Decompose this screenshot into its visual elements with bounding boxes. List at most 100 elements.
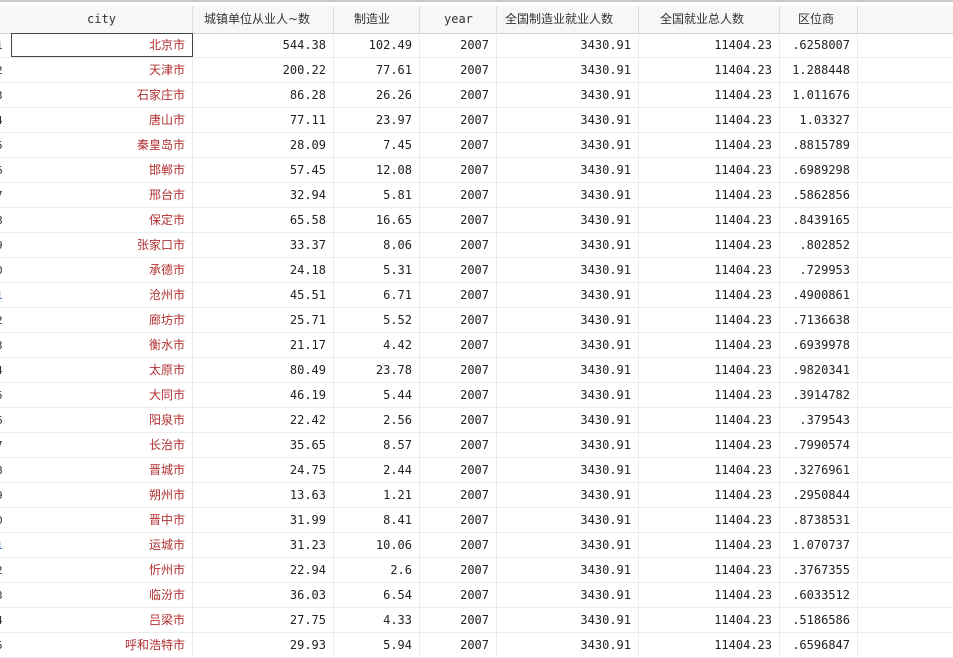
cell-national-total-employment[interactable]: 11404.23 xyxy=(639,308,780,332)
cell-national-total-employment[interactable]: 11404.23 xyxy=(639,183,780,207)
cell-year[interactable]: 2007 xyxy=(420,258,497,282)
cell-manufacturing[interactable]: 1.21 xyxy=(334,483,420,507)
cell-city[interactable]: 呼和浩特市 xyxy=(11,633,193,657)
cell-urban-employment[interactable]: 46.19 xyxy=(193,383,334,407)
cell-city[interactable]: 运城市 xyxy=(11,533,193,557)
row-number[interactable]: 4 xyxy=(0,358,11,383)
cell-manufacturing[interactable]: 8.41 xyxy=(334,508,420,532)
cell-national-manufacturing-employment[interactable]: 3430.91 xyxy=(497,433,639,457)
row-number[interactable]: 2 xyxy=(0,558,11,583)
cell-year[interactable]: 2007 xyxy=(420,383,497,407)
cell-manufacturing[interactable]: 6.54 xyxy=(334,583,420,607)
cell-manufacturing[interactable]: 102.49 xyxy=(334,33,420,57)
cell-national-total-employment[interactable]: 11404.23 xyxy=(639,108,780,132)
cell-national-manufacturing-employment[interactable]: 3430.91 xyxy=(497,633,639,657)
table-row[interactable]: 0承德市24.185.3120073430.9111404.23.729953 xyxy=(0,258,953,283)
cell-location-quotient[interactable]: 1.011676 xyxy=(780,83,858,107)
cell-location-quotient[interactable]: .7136638 xyxy=(780,308,858,332)
cell-manufacturing[interactable]: 2.44 xyxy=(334,458,420,482)
cell-national-manufacturing-employment[interactable]: 3430.91 xyxy=(497,458,639,482)
cell-city[interactable]: 大同市 xyxy=(11,383,193,407)
cell-national-manufacturing-employment[interactable]: 3430.91 xyxy=(497,58,639,82)
cell-year[interactable]: 2007 xyxy=(420,508,497,532)
cell-urban-employment[interactable]: 31.23 xyxy=(193,533,334,557)
cell-national-manufacturing-employment[interactable]: 3430.91 xyxy=(497,533,639,557)
cell-national-total-employment[interactable]: 11404.23 xyxy=(639,508,780,532)
table-row[interactable]: 5呼和浩特市29.935.9420073430.9111404.23.65968… xyxy=(0,633,953,658)
row-number[interactable]: 0 xyxy=(0,508,11,533)
cell-city[interactable]: 邢台市 xyxy=(11,183,193,207)
cell-year[interactable]: 2007 xyxy=(420,308,497,332)
row-number[interactable]: 4 xyxy=(0,108,11,133)
cell-location-quotient[interactable]: .8738531 xyxy=(780,508,858,532)
cell-manufacturing[interactable]: 5.81 xyxy=(334,183,420,207)
cell-urban-employment[interactable]: 35.65 xyxy=(193,433,334,457)
table-row[interactable]: 9张家口市33.378.0620073430.9111404.23.802852 xyxy=(0,233,953,258)
cell-manufacturing[interactable]: 6.71 xyxy=(334,283,420,307)
cell-location-quotient[interactable]: .6989298 xyxy=(780,158,858,182)
cell-national-manufacturing-employment[interactable]: 3430.91 xyxy=(497,308,639,332)
row-number[interactable]: 0 xyxy=(0,258,11,283)
row-number[interactable]: 1 xyxy=(0,533,11,558)
cell-national-total-employment[interactable]: 11404.23 xyxy=(639,433,780,457)
cell-location-quotient[interactable]: .8439165 xyxy=(780,208,858,232)
cell-urban-employment[interactable]: 544.38 xyxy=(193,33,334,57)
cell-year[interactable]: 2007 xyxy=(420,83,497,107)
cell-city[interactable]: 北京市 xyxy=(11,33,193,57)
cell-year[interactable]: 2007 xyxy=(420,33,497,57)
row-number[interactable]: 2 xyxy=(0,58,11,83)
cell-urban-employment[interactable]: 28.09 xyxy=(193,133,334,157)
cell-urban-employment[interactable]: 27.75 xyxy=(193,608,334,632)
cell-manufacturing[interactable]: 2.6 xyxy=(334,558,420,582)
cell-urban-employment[interactable]: 77.11 xyxy=(193,108,334,132)
cell-city[interactable]: 太原市 xyxy=(11,358,193,382)
row-number[interactable]: 6 xyxy=(0,158,11,183)
row-number[interactable]: 5 xyxy=(0,633,11,658)
cell-location-quotient[interactable]: .8815789 xyxy=(780,133,858,157)
cell-year[interactable]: 2007 xyxy=(420,583,497,607)
cell-location-quotient[interactable]: 1.03327 xyxy=(780,108,858,132)
table-row[interactable]: 1运城市31.2310.0620073430.9111404.231.07073… xyxy=(0,533,953,558)
cell-manufacturing[interactable]: 5.31 xyxy=(334,258,420,282)
cell-national-manufacturing-employment[interactable]: 3430.91 xyxy=(497,158,639,182)
cell-year[interactable]: 2007 xyxy=(420,533,497,557)
cell-national-manufacturing-employment[interactable]: 3430.91 xyxy=(497,358,639,382)
column-header-location-quotient[interactable]: 区位商 xyxy=(780,6,858,33)
cell-manufacturing[interactable]: 77.61 xyxy=(334,58,420,82)
row-number[interactable]: 1 xyxy=(0,33,11,58)
cell-location-quotient[interactable]: .6596847 xyxy=(780,633,858,657)
cell-year[interactable]: 2007 xyxy=(420,108,497,132)
table-row[interactable]: 7长治市35.658.5720073430.9111404.23.7990574 xyxy=(0,433,953,458)
cell-urban-employment[interactable]: 80.49 xyxy=(193,358,334,382)
cell-national-total-employment[interactable]: 11404.23 xyxy=(639,83,780,107)
cell-location-quotient[interactable]: 1.288448 xyxy=(780,58,858,82)
cell-city[interactable]: 临汾市 xyxy=(11,583,193,607)
cell-national-total-employment[interactable]: 11404.23 xyxy=(639,633,780,657)
cell-manufacturing[interactable]: 2.56 xyxy=(334,408,420,432)
column-header-national-manufacturing-employment[interactable]: 全国制造业就业人数 xyxy=(497,6,639,33)
table-row[interactable]: 0晋中市31.998.4120073430.9111404.23.8738531 xyxy=(0,508,953,533)
cell-national-manufacturing-employment[interactable]: 3430.91 xyxy=(497,83,639,107)
row-number[interactable]: 8 xyxy=(0,458,11,483)
cell-national-manufacturing-employment[interactable]: 3430.91 xyxy=(497,583,639,607)
cell-national-total-employment[interactable]: 11404.23 xyxy=(639,158,780,182)
cell-urban-employment[interactable]: 65.58 xyxy=(193,208,334,232)
table-row[interactable]: 4太原市80.4923.7820073430.9111404.23.982034… xyxy=(0,358,953,383)
cell-national-total-employment[interactable]: 11404.23 xyxy=(639,58,780,82)
cell-manufacturing[interactable]: 5.44 xyxy=(334,383,420,407)
cell-national-total-employment[interactable]: 11404.23 xyxy=(639,608,780,632)
cell-location-quotient[interactable]: .7990574 xyxy=(780,433,858,457)
row-number[interactable]: 9 xyxy=(0,483,11,508)
cell-national-total-employment[interactable]: 11404.23 xyxy=(639,33,780,57)
cell-manufacturing[interactable]: 5.52 xyxy=(334,308,420,332)
cell-national-manufacturing-employment[interactable]: 3430.91 xyxy=(497,33,639,57)
table-row[interactable]: 5秦皇岛市28.097.4520073430.9111404.23.881578… xyxy=(0,133,953,158)
row-number[interactable]: 4 xyxy=(0,608,11,633)
cell-location-quotient[interactable]: .379543 xyxy=(780,408,858,432)
cell-national-manufacturing-employment[interactable]: 3430.91 xyxy=(497,333,639,357)
cell-urban-employment[interactable]: 21.17 xyxy=(193,333,334,357)
table-row[interactable]: 6阳泉市22.422.5620073430.9111404.23.379543 xyxy=(0,408,953,433)
row-number[interactable]: 3 xyxy=(0,583,11,608)
cell-manufacturing[interactable]: 10.06 xyxy=(334,533,420,557)
table-row[interactable]: 3衡水市21.174.4220073430.9111404.23.6939978 xyxy=(0,333,953,358)
